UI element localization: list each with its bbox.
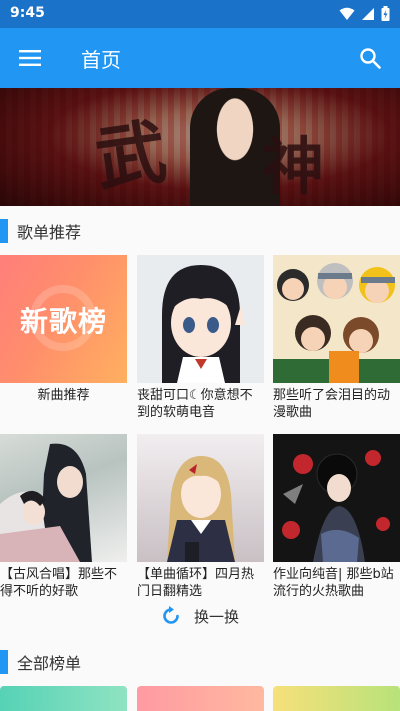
chart-tile[interactable] (273, 686, 400, 711)
chart-tile[interactable] (137, 686, 264, 711)
status-icons (339, 6, 390, 21)
playlist-card[interactable]: 【单曲循环】四月热门日翻精选 (137, 434, 264, 600)
cover-text: 新歌榜 (19, 305, 107, 338)
anime-group-illustration (273, 263, 400, 383)
playlist-cover (273, 434, 400, 562)
playlist-card[interactable]: 那些听了会泪目的动漫歌曲 (273, 255, 400, 421)
playlist-name: 新曲推荐 (37, 388, 90, 403)
banner[interactable]: 武 神 (0, 88, 400, 206)
playlist-cover (137, 434, 264, 562)
playlist-cover (273, 255, 400, 383)
playlist-card[interactable]: 新歌榜 新曲推荐 (0, 255, 127, 404)
refresh-label: 换一换 (194, 607, 240, 626)
refresh-button[interactable]: 换一换 (160, 605, 239, 627)
playlist-card[interactable]: 作业向纯音| 那些b站流行的火热歌曲 (273, 434, 400, 600)
playlist-cover (137, 255, 264, 383)
playlist-cover (0, 434, 127, 562)
ancient-couple-illustration (0, 443, 92, 562)
app-bar: 首页 (0, 28, 400, 88)
signal-icon (362, 7, 374, 20)
wifi-icon (339, 7, 355, 20)
section-recommended: 歌单推荐 (0, 216, 81, 246)
content: 歌单推荐 新歌榜 新曲推荐 丧甜可口☾你意想不到的软萌电音 那些听了会泪目的动漫… (0, 206, 400, 711)
status-time: 9:45 (10, 5, 45, 21)
section-title: 歌单推荐 (17, 223, 82, 242)
search-icon (360, 48, 381, 69)
page-title: 首页 (81, 48, 121, 72)
section-all-charts: 全部榜单 (0, 647, 81, 677)
chart-tile[interactable] (0, 686, 127, 711)
chart-tiles-row (0, 686, 400, 711)
playlist-name: 丧甜可口☾你意想不到的软萌电音 (137, 388, 253, 420)
anime-violet-illustration (167, 456, 235, 562)
playlist-name: 【单曲循环】四月热门日翻精选 (137, 567, 255, 599)
status-bar: 9:45 (0, 0, 400, 28)
anime-girl-illustration (162, 265, 245, 383)
menu-icon (19, 50, 41, 66)
playlist-cover: 新歌榜 (0, 255, 127, 383)
search-button[interactable] (354, 42, 386, 74)
playlist-name: 作业向纯音| 那些b站流行的火热歌曲 (273, 567, 394, 599)
dark-floral-illustration (282, 450, 390, 562)
refresh-icon (163, 606, 179, 624)
playlist-card[interactable]: 丧甜可口☾你意想不到的软萌电音 (137, 255, 264, 421)
section-accent-bar (0, 219, 8, 243)
playlist-card[interactable]: 【古风合唱】那些不得不听的好歌 (0, 434, 127, 600)
section-accent-bar (0, 650, 8, 674)
playlist-name: 那些听了会泪目的动漫歌曲 (273, 388, 391, 420)
banner-calligraphy-left: 武 (90, 109, 172, 202)
menu-button[interactable] (14, 42, 46, 74)
section-title: 全部榜单 (17, 654, 82, 673)
playlist-name: 【古风合唱】那些不得不听的好歌 (0, 567, 118, 599)
battery-icon (381, 6, 390, 21)
banner-calligraphy-right: 神 (262, 130, 325, 203)
